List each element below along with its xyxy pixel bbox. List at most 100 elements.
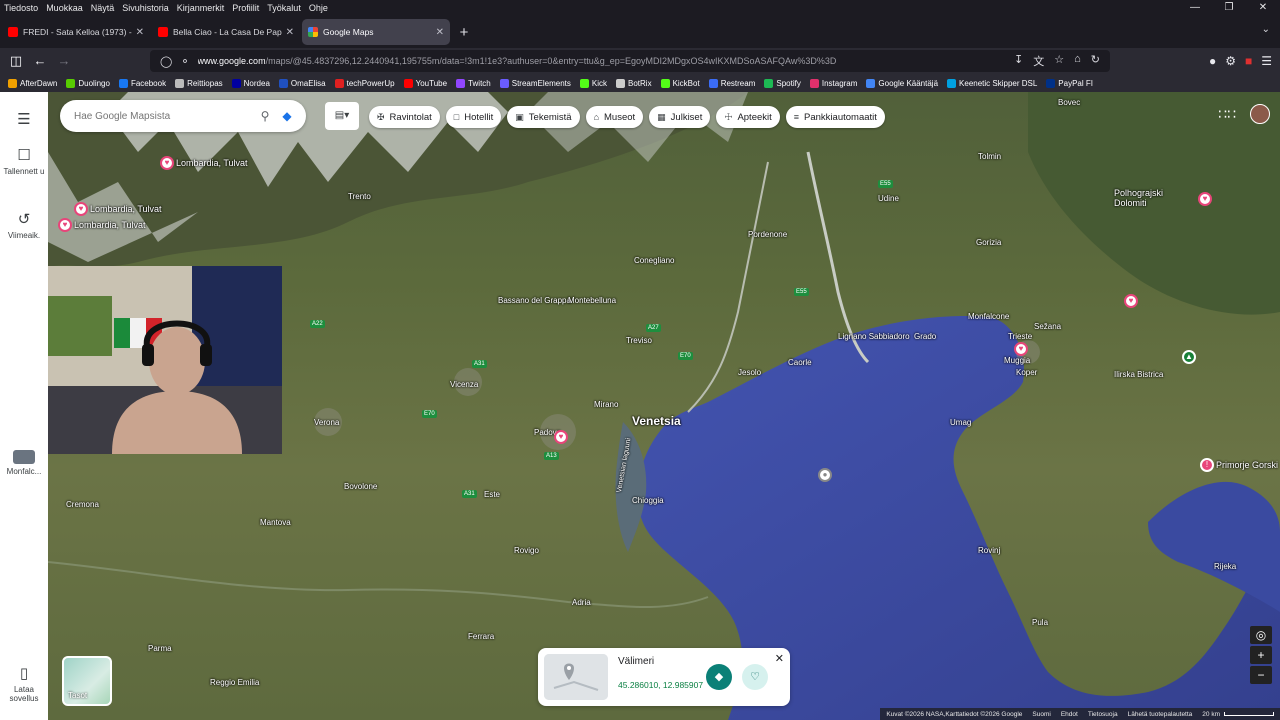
bookmark-star-icon[interactable]: ☆ xyxy=(1054,53,1064,69)
map-canvas[interactable]: Venetsia Trento Vicenza Verona Padova Tr… xyxy=(48,92,1280,720)
bookmark-item[interactable]: Instagram xyxy=(809,78,857,88)
zoom-in-button[interactable]: + xyxy=(1250,646,1272,664)
place-label[interactable]: Mantova xyxy=(260,518,291,527)
pin-label[interactable]: Lombardia, Tulvat xyxy=(74,220,146,230)
place-label[interactable]: Sežana xyxy=(1034,322,1061,331)
place-coordinates[interactable]: 45.286010, 12.985907 xyxy=(618,680,703,690)
place-label[interactable]: Rovigo xyxy=(514,546,539,555)
bookmark-item[interactable]: Restream xyxy=(708,78,755,88)
park-pin[interactable]: ▲ xyxy=(1182,350,1196,364)
place-label[interactable]: Vicenza xyxy=(450,380,478,389)
place-label[interactable]: Caorle xyxy=(788,358,812,367)
menu-profiles[interactable]: Profiilit xyxy=(228,1,263,15)
place-label[interactable]: Muggia xyxy=(1004,356,1030,365)
tab-list-chevron-icon[interactable]: ⌄ xyxy=(1262,24,1270,35)
place-result-card[interactable]: Välimeri 45.286010, 12.985907 ◆ ♡ ✕ xyxy=(538,648,790,706)
share-button[interactable]: ♡ xyxy=(742,664,768,690)
bookmark-item[interactable]: Google Kääntäjä xyxy=(866,78,938,88)
menu-view[interactable]: Näytä xyxy=(87,1,119,15)
place-label[interactable]: Cremona xyxy=(66,500,99,509)
place-label[interactable]: Gorizia xyxy=(976,238,1001,247)
recent-place-button[interactable]: Monfalc... xyxy=(0,450,48,476)
menu-bookmarks[interactable]: Kirjanmerkit xyxy=(173,1,229,15)
tab-google-maps[interactable]: Google Maps ✕ xyxy=(302,19,450,45)
tab-fredi[interactable]: FREDI - Sata Kelloa (1973) - You ✕ xyxy=(2,19,150,45)
bookmark-item[interactable]: Spotify xyxy=(764,78,801,88)
close-tab-icon[interactable]: ✕ xyxy=(436,27,444,38)
place-label[interactable]: Jesolo xyxy=(738,368,761,377)
place-label[interactable]: Ilirska Bistrica xyxy=(1114,370,1163,379)
dropped-pin[interactable]: ● xyxy=(818,468,832,482)
chip-atms[interactable]: ≡ Pankkiautomaatit xyxy=(785,106,885,128)
menu-help[interactable]: Ohje xyxy=(305,1,332,15)
place-label[interactable]: Pordenone xyxy=(748,230,787,239)
place-label[interactable]: Adria xyxy=(572,598,591,607)
chip-restaurants[interactable]: ✠ Ravintolat xyxy=(369,106,440,128)
place-label[interactable]: Mirano xyxy=(594,400,618,409)
saved-place-pin[interactable]: ♥ xyxy=(1014,342,1028,356)
place-label[interactable]: Venetsia xyxy=(632,414,681,428)
bookmark-item[interactable]: AfterDawn xyxy=(8,78,57,88)
close-tab-icon[interactable]: ✕ xyxy=(286,27,294,38)
place-label[interactable]: Bovec xyxy=(1058,98,1080,107)
download-icon[interactable]: ↧ xyxy=(1014,53,1023,69)
menu-tools[interactable]: Työkalut xyxy=(263,1,305,15)
address-bar[interactable]: ◯ ⚬ www.google.com/maps/@45.4837296,12.2… xyxy=(150,50,1110,72)
saved-place-pin[interactable]: ♥ xyxy=(160,156,174,170)
place-label[interactable]: Udine xyxy=(878,194,899,203)
bookmark-item[interactable]: Facebook xyxy=(118,78,166,88)
adblock-icon[interactable]: ■ xyxy=(1245,54,1252,68)
pin-label[interactable]: Lombardia, Tulvat xyxy=(90,204,162,214)
place-label[interactable]: Lignano Sabbiadoro xyxy=(838,332,910,341)
bookmark-item[interactable]: Twitch xyxy=(456,78,491,88)
place-label[interactable]: Conegliano xyxy=(634,256,674,265)
place-label[interactable]: Ferrara xyxy=(468,632,494,641)
shield-icon[interactable]: ◯ xyxy=(160,55,172,68)
place-label[interactable]: Rovinj xyxy=(978,546,1000,555)
place-label[interactable]: Pula xyxy=(1032,618,1048,627)
chip-museums[interactable]: ⌂ Museot xyxy=(585,106,644,128)
alert-pin[interactable]: ! xyxy=(1200,458,1214,472)
saved-place-pin[interactable]: ♥ xyxy=(74,202,88,216)
back-button[interactable]: ← xyxy=(28,50,52,72)
saved-place-pin[interactable]: ♥ xyxy=(58,218,72,232)
url-text[interactable]: www.google.com/maps/@45.4837296,12.24409… xyxy=(198,56,1015,66)
saved-button[interactable]: ☐ Tallennett u xyxy=(0,146,48,176)
forward-button[interactable]: → xyxy=(52,50,76,72)
zoom-out-button[interactable]: − xyxy=(1250,666,1272,684)
place-label[interactable]: Koper xyxy=(1016,368,1037,377)
search-input[interactable] xyxy=(74,110,254,122)
bookmark-item[interactable]: Kick xyxy=(579,78,607,88)
place-label[interactable]: Bovolone xyxy=(344,482,377,491)
minimize-icon[interactable]: — xyxy=(1178,0,1212,16)
chip-transit[interactable]: ▦ Julkiset xyxy=(649,106,711,128)
menu-button[interactable]: ☰ xyxy=(0,110,48,131)
search-box[interactable]: ⚲ ◆ xyxy=(60,100,306,132)
chip-things-to-do[interactable]: ▣ Tekemistä xyxy=(507,106,580,128)
country-link[interactable]: Suomi xyxy=(1032,711,1050,718)
vpn-icon[interactable]: ● xyxy=(1209,54,1216,68)
saved-place-pin[interactable]: ♥ xyxy=(1124,294,1138,308)
search-icon[interactable]: ⚲ xyxy=(254,105,276,127)
close-icon[interactable]: ✕ xyxy=(775,652,784,665)
bookmark-item[interactable]: techPowerUp xyxy=(334,78,395,88)
saved-place-pin[interactable]: ♥ xyxy=(1198,192,1212,206)
bookmark-item[interactable]: Reittiopas xyxy=(175,78,223,88)
place-label[interactable]: Tolmin xyxy=(978,152,1001,161)
place-label[interactable]: Trento xyxy=(348,192,371,201)
pin-label[interactable]: Polhograjski Dolomiti xyxy=(1114,188,1184,208)
home-icon[interactable]: ⌂ xyxy=(1074,53,1081,69)
place-label[interactable]: Trieste xyxy=(1008,332,1032,341)
feedback-link[interactable]: Lähetä tuotepalautetta xyxy=(1128,711,1193,718)
bookmark-item[interactable]: StreamElements xyxy=(499,78,571,88)
place-label[interactable]: Grado xyxy=(914,332,936,341)
account-avatar[interactable] xyxy=(1250,104,1270,124)
extensions-icon[interactable]: ⚙ xyxy=(1225,54,1236,68)
place-label[interactable]: Monfalcone xyxy=(968,312,1009,321)
saved-place-pin[interactable]: ♥ xyxy=(554,430,568,444)
bookmark-item[interactable]: YouTube xyxy=(403,78,447,88)
place-label[interactable]: Montebelluna xyxy=(568,296,616,305)
recent-button[interactable]: ↺ Viimeaik. xyxy=(0,210,48,240)
close-window-icon[interactable]: ✕ xyxy=(1246,0,1280,16)
privacy-link[interactable]: Tietosuoja xyxy=(1088,711,1118,718)
